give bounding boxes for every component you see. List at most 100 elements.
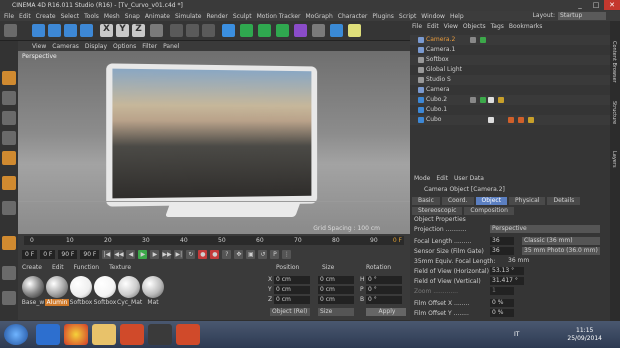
rotation-key-icon[interactable]: ↺ [258,250,268,259]
material-tag-icon[interactable] [498,97,504,103]
next-key-icon[interactable]: ▶▶ [162,250,172,259]
vp-menu-options[interactable]: Options [113,43,136,50]
rotation-b-field[interactable]: 0 ° [366,296,402,304]
polygons-mode-icon[interactable] [2,201,16,215]
make-editable-icon[interactable] [2,71,16,85]
tab-composition[interactable]: Composition [464,207,514,215]
position-y-field[interactable]: 0 cm [274,286,310,294]
material-swatch[interactable] [70,276,92,298]
menu-character[interactable]: Character [338,13,368,20]
vp-menu-panel[interactable]: Panel [163,43,179,50]
app-taskbar-icon[interactable] [176,324,200,345]
material-swatch[interactable] [22,276,44,298]
object-row-camera-1[interactable]: Camera.1 [410,45,610,55]
camera-icon[interactable] [330,24,343,37]
object-row-studio[interactable]: Studio S [410,75,610,85]
points-mode-icon[interactable] [2,151,16,165]
play-icon[interactable]: ▶ [138,250,148,259]
minimize-button[interactable]: _ [572,0,588,10]
menu-snap[interactable]: Snap [125,13,140,20]
media-player-icon[interactable] [120,324,144,345]
tab-coord[interactable]: Coord. [441,197,474,205]
language-indicator[interactable]: IT [514,331,519,338]
menu-plugins[interactable]: Plugins [372,13,394,20]
deformer-icon[interactable] [294,24,307,37]
edges-mode-icon[interactable] [2,176,16,190]
menu-script[interactable]: Script [399,13,416,20]
material-swatch[interactable] [46,276,68,298]
material-swatch[interactable] [118,276,140,298]
material-tag-icon[interactable] [488,97,494,103]
object-row-camera[interactable]: Camera [410,85,610,95]
position-x-field[interactable]: 0 cm [274,276,310,284]
obj-menu-tags[interactable]: Tags [491,23,504,30]
check-icon[interactable] [480,37,486,43]
menu-help[interactable]: Help [450,13,464,20]
viewport[interactable]: Perspective Grid Spacing : 100 cm [18,51,410,234]
pen-icon[interactable] [240,24,253,37]
size-mode-dropdown[interactable]: Size [318,308,354,316]
subdivision-icon[interactable] [258,24,271,37]
floor-icon[interactable] [312,24,325,37]
sensor-preset-dropdown[interactable]: 35 mm Photo (36.0 mm) [522,247,600,255]
object-row-global-light[interactable]: Global Light [410,65,610,75]
zoom-field[interactable]: 1 [490,287,514,295]
coord-system-icon[interactable] [150,24,163,37]
obj-menu-bookmarks[interactable]: Bookmarks [509,23,543,30]
model-mode-icon[interactable] [2,91,16,105]
loop-icon[interactable]: ↻ [186,250,196,259]
menu-create[interactable]: Create [36,13,56,20]
focal-length-field[interactable]: 36 [490,237,514,245]
object-row-camera-2[interactable]: Camera.2 [410,35,610,45]
mat-menu-texture[interactable]: Texture [109,264,131,271]
fov-horizontal-field[interactable]: 53.13 ° [490,267,524,275]
rotation-h-field[interactable]: 0 ° [366,276,402,284]
undo-icon[interactable] [4,24,17,37]
snap-icon[interactable] [2,236,16,250]
visibility-dot-icon[interactable] [470,97,476,103]
menu-file[interactable]: File [4,13,14,20]
tab-basic[interactable]: Basic [412,197,440,205]
move-icon[interactable] [48,24,61,37]
check-icon[interactable] [480,97,486,103]
rotate-icon[interactable] [80,24,93,37]
file-explorer-icon[interactable] [92,324,116,345]
close-button[interactable]: ✕ [604,0,620,10]
prev-key-icon[interactable]: ◀◀ [114,250,124,259]
texture-mode-icon[interactable] [2,111,16,125]
menu-animate[interactable]: Animate [145,13,170,20]
side-tab-structure[interactable]: Structure [611,101,617,124]
visibility-dot-icon[interactable] [470,37,476,43]
apply-button[interactable]: Apply [366,308,406,316]
layout-dropdown[interactable]: Startup [558,11,606,20]
menu-mograph[interactable]: MoGraph [306,13,333,20]
scale-key-icon[interactable]: ▣ [246,250,256,259]
render-settings-icon[interactable] [202,24,215,37]
sensor-size-field[interactable]: 36 [490,247,514,255]
grid-icon[interactable] [2,291,16,305]
focal-preset-dropdown[interactable]: Classic (36 mm) [522,237,600,245]
start-frame-field[interactable]: 0 F [22,250,38,259]
projection-dropdown[interactable]: Perspective [490,225,600,233]
side-tab-content-browser[interactable]: Content Browser [611,41,617,83]
chrome-icon[interactable] [64,324,88,345]
side-tab-layers[interactable]: Layers [611,151,617,168]
next-frame-icon[interactable]: ▶ [150,250,160,259]
tab-object[interactable]: Object [475,197,508,205]
preview-end-field[interactable]: 90 F [80,250,100,259]
menu-sculpt[interactable]: Sculpt [233,13,252,20]
current-frame-field[interactable]: 0 F [40,250,56,259]
rotation-p-field[interactable]: 0 ° [366,286,402,294]
film-offset-y-field[interactable]: 0 % [490,309,514,317]
system-clock[interactable]: 11:15 25/09/2014 [567,327,602,343]
z-axis-icon[interactable]: Z [132,24,145,37]
material-swatch[interactable] [94,276,116,298]
attr-menu-user-data[interactable]: User Data [454,175,484,182]
param-key-icon[interactable]: P [270,250,280,259]
render-view-icon[interactable] [170,24,183,37]
size-y-field[interactable]: 0 cm [318,286,354,294]
menu-window[interactable]: Window [421,13,445,20]
tab-details[interactable]: Details [547,197,581,205]
size-z-field[interactable]: 0 cm [318,296,354,304]
vp-menu-filter[interactable]: Filter [142,43,157,50]
